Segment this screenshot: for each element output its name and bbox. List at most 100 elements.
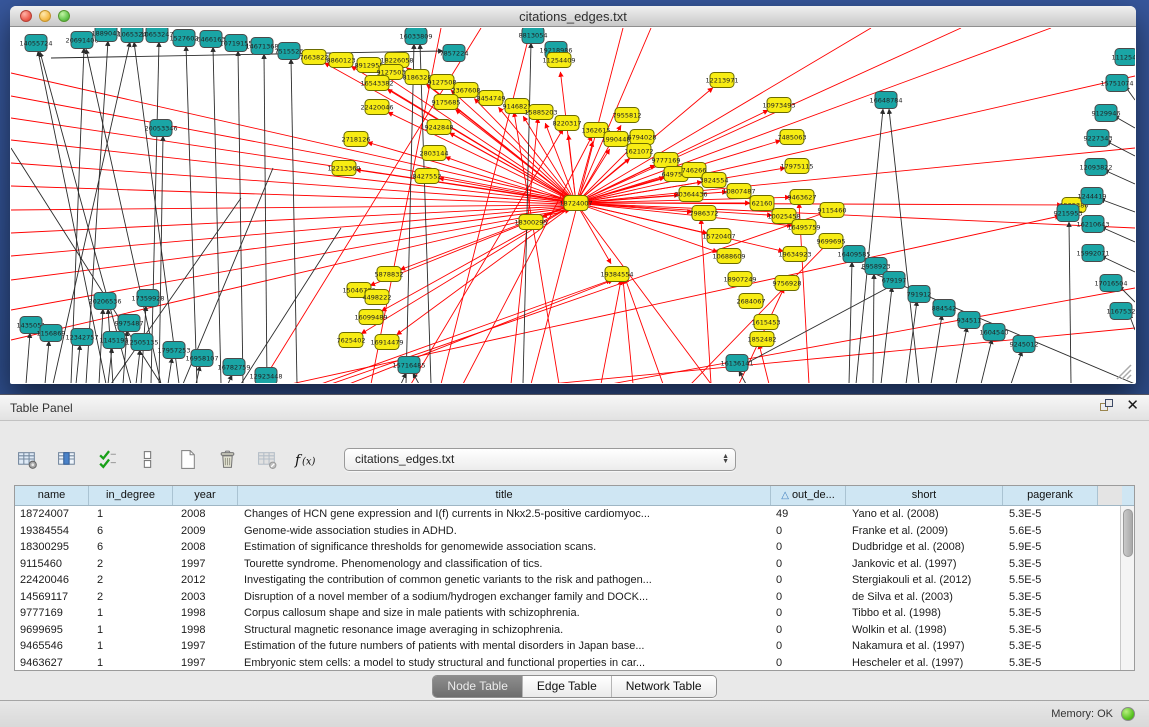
graph-node[interactable]: 7986372 (690, 206, 719, 221)
graph-node[interactable]: 7663822 (300, 50, 329, 65)
table-row[interactable]: 1830029562008Estimation of significance … (15, 539, 1134, 556)
graph-node[interactable]: 10688609 (712, 249, 745, 264)
graph-node[interactable]: 8860123 (327, 53, 356, 68)
resize-grip-icon[interactable] (1113, 361, 1133, 381)
graph-node[interactable]: 17359928 (131, 290, 164, 307)
graph-node[interactable]: 12093822 (1079, 159, 1112, 176)
column-header-pagerank[interactable]: pagerank (1003, 486, 1098, 505)
column-header-title[interactable]: title (238, 486, 771, 505)
float-panel-icon[interactable] (1100, 399, 1114, 413)
graph-node[interactable]: 679197 (882, 272, 907, 289)
graph-node[interactable]: 19384554 (600, 267, 633, 282)
graph-node[interactable]: 934511 (957, 312, 982, 329)
table-row[interactable]: 1872400712008Changes of HCN gene express… (15, 506, 1134, 523)
graph-node[interactable]: 10973493 (762, 98, 795, 113)
graph-node[interactable]: 16782759 (217, 359, 250, 376)
graph-node[interactable]: 11254409 (542, 53, 575, 68)
citation-network-graph[interactable]: 14055724 20691406 1889041 1065324 106532… (11, 28, 1135, 383)
delete-column-icon[interactable] (254, 446, 280, 472)
tab-node-table[interactable]: Node Table (433, 676, 523, 697)
graph-node[interactable]: 18300295 (514, 215, 547, 230)
graph-node[interactable]: 18724007 (559, 196, 592, 211)
graph-node[interactable]: 1889041 (92, 28, 121, 42)
graph-node[interactable]: 15720407 (702, 229, 735, 244)
graph-node[interactable]: 1527602 (170, 30, 199, 47)
graph-node[interactable]: 4498222 (363, 290, 392, 305)
graph-node[interactable]: 7955812 (613, 108, 642, 123)
graph-node[interactable]: 1244419 (1078, 188, 1107, 205)
graph-node[interactable]: 15716485 (392, 357, 425, 374)
graph-node[interactable]: 8813054 (519, 28, 548, 44)
graph-node[interactable]: 2803144 (420, 146, 449, 161)
graph-node[interactable]: 1156869 (37, 325, 66, 342)
table-row[interactable]: 969969511998Structural magnetic resonanc… (15, 622, 1134, 639)
graph-node[interactable]: 62160 (750, 196, 774, 211)
graph-node[interactable]: 9975487 (115, 315, 144, 332)
table-row[interactable]: 977716911998Corpus callosum shape and si… (15, 605, 1134, 622)
graph-node[interactable]: 2718126 (342, 132, 371, 147)
graph-node[interactable]: 8427552 (413, 169, 442, 184)
graph-node[interactable]: 9245012 (1010, 336, 1039, 353)
column-header-name[interactable]: name (15, 486, 89, 505)
graph-node[interactable]: 12342757 (65, 329, 98, 346)
graph-node[interactable]: 17975115 (780, 159, 813, 174)
graph-node[interactable]: 1615453 (752, 315, 781, 330)
graph-node[interactable]: 9227343 (1084, 130, 1113, 147)
graph-node[interactable]: 1145190 (100, 332, 129, 349)
table-selector-dropdown[interactable]: citations_edges.txt ▲▼ (344, 448, 736, 471)
graph-node[interactable]: 791912 (907, 286, 932, 303)
graph-node[interactable]: 9215953 (1054, 205, 1083, 222)
graph-node[interactable]: 9756928 (773, 276, 802, 291)
graph-node[interactable]: 6794028 (628, 130, 657, 145)
graph-node[interactable]: 20364436 (674, 187, 707, 202)
table-row[interactable]: 1456911722003Disruption of a novel membe… (15, 589, 1134, 606)
graph-node[interactable]: 7485063 (778, 130, 807, 145)
graph-node[interactable]: 15885203 (524, 105, 557, 120)
graph-node[interactable]: 5878832 (375, 267, 404, 282)
network-canvas[interactable]: 14055724 20691406 1889041 1065324 106532… (11, 28, 1135, 383)
column-header-year[interactable]: year (173, 486, 238, 505)
graph-node[interactable]: 9699695 (817, 234, 846, 249)
graph-node[interactable]: 9242848 (425, 120, 454, 135)
select-rows-icon[interactable] (94, 446, 120, 472)
graph-node[interactable]: 16914479 (370, 335, 403, 350)
graph-node[interactable]: 1167532 (1107, 303, 1135, 320)
graph-node[interactable]: 12213369 (327, 161, 360, 176)
table-settings-icon[interactable] (14, 446, 40, 472)
graph-node[interactable]: 1112544 (1112, 49, 1135, 66)
table-row[interactable]: 1938455462009Genome-wide association stu… (15, 523, 1134, 540)
table-row[interactable]: 946362711997Embryonic stem cells: a mode… (15, 655, 1134, 672)
graph-node[interactable]: 16210643 (1076, 216, 1109, 233)
graph-node[interactable]: 16495759 (787, 220, 820, 235)
graph-node[interactable]: 22420046 (360, 100, 393, 115)
graph-node[interactable]: 16099489 (354, 310, 387, 325)
scrollbar-thumb[interactable] (1123, 509, 1133, 557)
graph-node[interactable]: 19634923 (778, 247, 811, 262)
graph-node[interactable]: 8220317 (553, 116, 582, 131)
graph-node[interactable]: 15992071 (1076, 245, 1109, 262)
graph-node[interactable]: 3824554 (700, 173, 729, 188)
graph-node[interactable]: 16136141 (720, 355, 753, 372)
tab-edge-table[interactable]: Edge Table (523, 676, 612, 697)
graph-node[interactable]: 16648784 (869, 92, 902, 109)
vertical-scrollbar[interactable] (1120, 506, 1134, 670)
graph-node[interactable]: 9129946 (1092, 105, 1121, 122)
graph-node[interactable]: 7625402 (337, 333, 366, 348)
graph-node[interactable]: 1852482 (748, 332, 777, 347)
graph-node[interactable]: 18907249 (723, 272, 756, 287)
graph-node[interactable]: 16543382 (360, 76, 393, 91)
graph-node[interactable]: 1990448 (602, 132, 631, 147)
column-header-short[interactable]: short (846, 486, 1003, 505)
graph-node[interactable]: 884542 (932, 300, 957, 317)
graph-node[interactable]: 14055724 (19, 35, 52, 52)
graph-node[interactable]: 9777169 (652, 153, 681, 168)
graph-node[interactable]: 9115460 (818, 203, 847, 218)
delete-table-icon[interactable] (214, 446, 240, 472)
graph-node[interactable]: 10807487 (722, 184, 755, 199)
graph-node[interactable]: 16033809 (399, 28, 432, 45)
new-table-icon[interactable] (174, 446, 200, 472)
column-header-out_de[interactable]: △out_de... (771, 486, 846, 505)
table-row[interactable]: 911546021997Tourette syndrome. Phenomeno… (15, 556, 1134, 573)
graph-node[interactable]: 1621072 (625, 144, 654, 159)
tab-network-table[interactable]: Network Table (612, 676, 716, 697)
